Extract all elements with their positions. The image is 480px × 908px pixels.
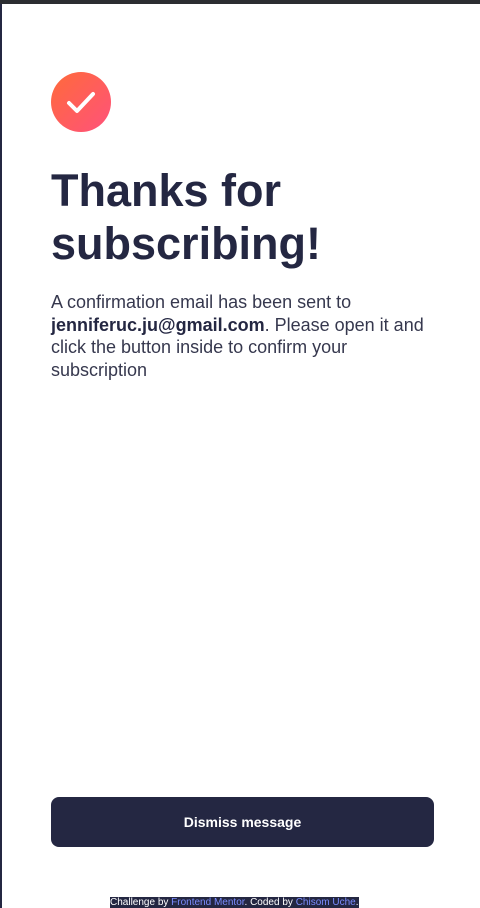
- success-title: Thanks for subscribing!: [51, 165, 322, 269]
- frontend-mentor-link[interactable]: Frontend Mentor: [171, 897, 244, 908]
- dismiss-message-button[interactable]: Dismiss message: [51, 797, 434, 847]
- confirmation-message: A confirmation email has been sent to je…: [51, 291, 431, 381]
- attribution-suffix: .: [355, 897, 359, 908]
- message-before-email: A confirmation email has been sent to: [51, 292, 352, 312]
- attribution-prefix: Challenge by: [110, 897, 172, 908]
- author-link[interactable]: Chisom Uche: [296, 897, 356, 908]
- confirmation-email: jenniferuc.ju@gmail.com: [51, 314, 265, 335]
- success-card: Thanks for subscribing! A confirmation e…: [2, 4, 480, 908]
- success-checkmark-icon: [51, 72, 111, 132]
- attribution-middle: . Coded by: [244, 897, 296, 908]
- attribution: Challenge by Frontend Mentor. Coded by C…: [110, 897, 359, 908]
